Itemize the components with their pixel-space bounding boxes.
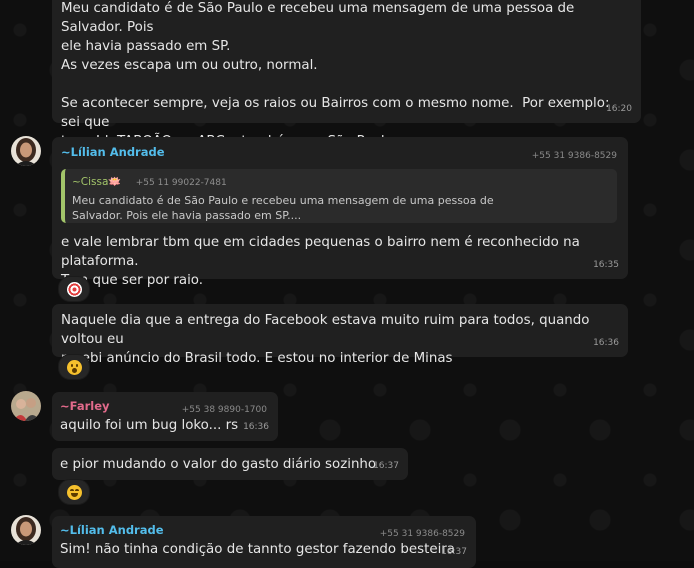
message-bubble[interactable]: Meu candidato é de São Paulo e recebeu u… — [52, 0, 641, 149]
message-time: 16:36 — [593, 338, 619, 348]
avatar[interactable] — [11, 391, 41, 421]
message-time: 16:35 — [593, 260, 619, 270]
quoted-sender-phone: +55 11 99022-7481 — [135, 178, 227, 188]
message-time: 16:20 — [606, 104, 632, 114]
message-bubble[interactable]: ~Lílian Andrade +55 31 9386-8529 ~Cissa🪷… — [52, 137, 628, 288]
sender-phone: +55 31 9386-8529 — [379, 529, 465, 539]
sender-phone: +55 31 9386-8529 — [531, 151, 617, 161]
message-reaction[interactable] — [58, 479, 90, 505]
message-time: 16:36 — [243, 422, 269, 432]
message-time: 16:37 — [373, 461, 399, 471]
message-bubble[interactable]: ~Farley +55 38 9890-1700 aquilo foi um b… — [52, 392, 278, 441]
message-bubble[interactable]: Naquele dia que a entrega do Facebook es… — [52, 304, 628, 366]
message-time: 16:37 — [441, 547, 467, 557]
message-text: Meu candidato é de São Paulo e recebeu u… — [61, 1, 610, 149]
quoted-message[interactable]: ~Cissa🪷 +55 11 99022-7481 Meu candidato … — [61, 169, 617, 223]
message-text: e vale lembrar tbm que em cidades pequen… — [61, 235, 580, 288]
message-bubble[interactable]: ~Lílian Andrade +55 31 9386-8529 Sim! nã… — [52, 516, 476, 568]
message-reaction[interactable] — [58, 276, 90, 302]
avatar[interactable] — [11, 136, 41, 166]
message-bubble[interactable]: e pior mudando o valor do gasto diário s… — [52, 448, 408, 480]
astonished-emoji — [66, 359, 82, 375]
message-text: Naquele dia que a entrega do Facebook es… — [61, 313, 590, 366]
message-reaction[interactable] — [58, 354, 90, 380]
quoted-text: Meu candidato é de São Paulo e recebeu u… — [72, 194, 494, 222]
quoted-sender-name: ~Cissa🪷 — [72, 176, 122, 188]
target-emoji — [66, 281, 82, 297]
laughing-emoji — [66, 484, 82, 500]
message-text: e pior mudando o valor do gasto diário s… — [60, 457, 377, 472]
avatar[interactable] — [11, 515, 41, 545]
